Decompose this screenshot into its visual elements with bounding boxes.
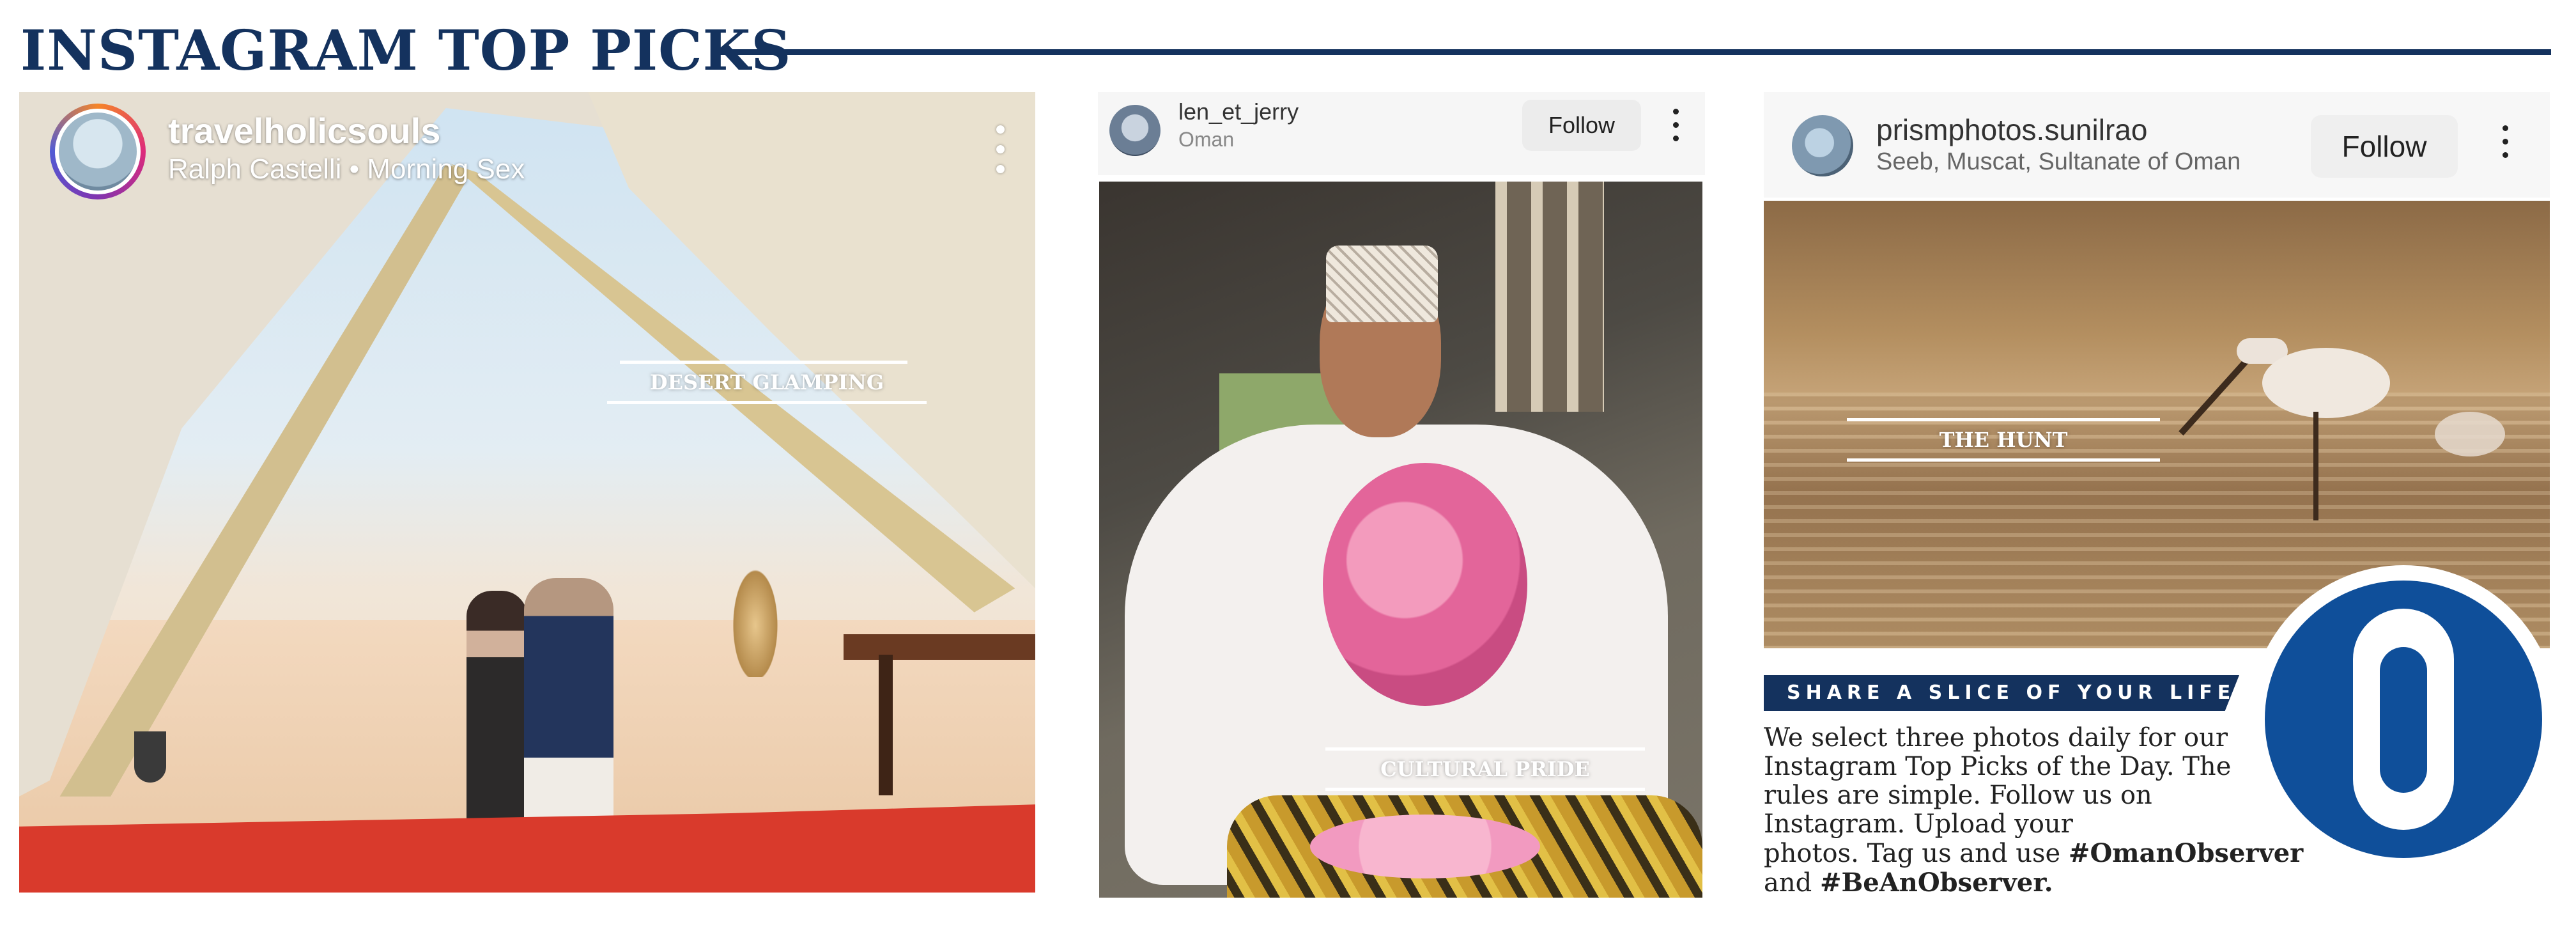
photo-table-leg <box>879 655 893 795</box>
candle-holder-icon <box>134 731 166 783</box>
photo-spoonbill <box>2262 348 2390 418</box>
share-heading: SHARE A SLICE OF YOUR LIFE <box>1787 682 2236 704</box>
share-line: rules are simple. Follow us on <box>1764 781 2152 810</box>
hashtag-be-an-observer: #BeAnObserver. <box>1819 868 2053 898</box>
more-options-icon[interactable] <box>1669 109 1682 147</box>
post-header: len_et_jerry Oman Follow <box>1098 92 1705 175</box>
share-line-text: and <box>1764 868 1820 898</box>
photo-pink-flowers <box>1323 463 1527 706</box>
photo-bird-legs <box>2313 412 2318 520</box>
photo-window <box>1495 182 1604 412</box>
oman-observer-logo <box>2249 565 2557 873</box>
post-location[interactable]: Oman <box>1178 128 1234 152</box>
logo-letter-o-counter <box>2380 647 2427 793</box>
caption-rule-bottom <box>1325 788 1645 791</box>
post-location[interactable]: Seeb, Muscat, Sultanate of Oman <box>1876 148 2241 176</box>
caption-text: THE HUNT <box>1939 428 2068 452</box>
share-body-text: We select three photos daily for our Ins… <box>1764 723 2303 898</box>
more-options-icon[interactable] <box>991 125 1010 183</box>
share-line: We select three photos daily for our <box>1764 723 2228 753</box>
avatar[interactable] <box>50 104 146 199</box>
post-subline: Ralph Castelli • Morning Sex <box>168 153 525 185</box>
share-line: photos. Tag us and use #OmanObserver <box>1764 839 2303 868</box>
post-header: travelholicsouls Ralph Castelli • Mornin… <box>19 92 1035 214</box>
instagram-post-cultural-pride[interactable]: len_et_jerry Oman Follow CULTURAL PRIDE <box>1098 92 1705 898</box>
section-title: INSTAGRAM TOP PICKS <box>20 19 792 83</box>
follow-button[interactable]: Follow <box>2311 115 2458 178</box>
share-info-box: SHARE A SLICE OF YOUR LIFE We select thr… <box>1764 675 2303 931</box>
share-line-text: photos. Tag us and use <box>1764 839 2069 868</box>
instagram-post-the-hunt[interactable]: prismphotos.sunilrao Seeb, Muscat, Sulta… <box>1764 92 2550 648</box>
caption-rule-bottom <box>607 401 927 404</box>
photo-second-bird <box>2435 412 2505 456</box>
share-line: Instagram Top Picks of the Day. The <box>1764 752 2232 781</box>
hashtag-oman-observer: #OmanObserver <box>2068 838 2304 868</box>
share-line: Instagram. Upload your <box>1764 809 2073 839</box>
caption-rule-bottom <box>1847 458 2160 462</box>
photo-caption: CULTURAL PRIDE <box>1325 747 1645 791</box>
caption-text: CULTURAL PRIDE <box>1380 757 1590 781</box>
instagram-post-desert-glamping[interactable]: travelholicsouls Ralph Castelli • Mornin… <box>19 92 1035 893</box>
share-line: and #BeAnObserver. <box>1764 868 2262 898</box>
post-username[interactable]: prismphotos.sunilrao <box>1876 113 2147 147</box>
follow-button[interactable]: Follow <box>1522 100 1641 151</box>
caption-text: DESERT GLAMPING <box>649 370 884 394</box>
post-username[interactable]: len_et_jerry <box>1178 98 1299 125</box>
photo-caption: THE HUNT <box>1847 418 2160 462</box>
section-header: INSTAGRAM TOP PICKS <box>20 19 2551 83</box>
post-header: prismphotos.sunilrao Seeb, Muscat, Sulta… <box>1764 92 2550 198</box>
lantern-icon <box>730 562 781 677</box>
header-rule <box>714 49 2551 55</box>
photo-kuma-cap <box>1326 246 1438 322</box>
post-username[interactable]: travelholicsouls <box>168 110 440 152</box>
avatar[interactable] <box>1109 105 1161 156</box>
avatar[interactable] <box>1792 115 1853 176</box>
photo-caption: DESERT GLAMPING <box>607 361 927 404</box>
photo-side-table <box>844 634 1035 660</box>
photo-basket-petals <box>1310 815 1540 878</box>
more-options-icon[interactable] <box>2499 125 2511 166</box>
